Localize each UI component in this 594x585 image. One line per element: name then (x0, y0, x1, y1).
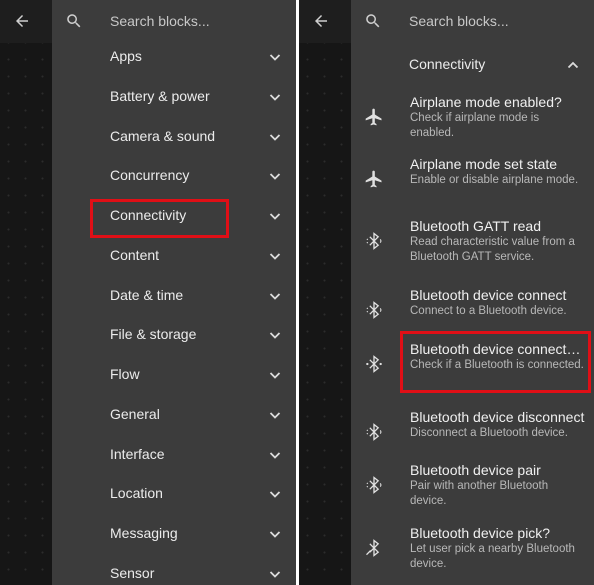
bluetooth-connected-icon (363, 353, 385, 375)
category-item[interactable]: Apps (52, 39, 296, 77)
category-label: General (110, 405, 160, 422)
category-label: Sensor (110, 564, 155, 581)
category-label: Messaging (110, 525, 178, 541)
category-label: Content (110, 246, 160, 263)
bluetooth-icon (363, 421, 385, 443)
block-description: Disconnect a Bluetooth device. (410, 427, 568, 439)
chevron-down-icon (269, 292, 281, 300)
category-item[interactable]: Sensor (52, 556, 296, 585)
chevron-down-icon (269, 491, 281, 499)
category-item[interactable]: Camera & sound (52, 119, 296, 157)
search-input[interactable]: Search blocks... (110, 13, 210, 29)
chevron-down-icon (269, 213, 281, 220)
bluetooth-icon (363, 230, 385, 252)
canvas-area[interactable] (0, 0, 52, 585)
category-label: Concurrency (110, 167, 190, 184)
category-label: Flow (110, 366, 140, 382)
block-description: Let user pick a nearby Bluetooth device. (410, 543, 575, 570)
search-bar[interactable]: Search blocks... (351, 0, 594, 43)
chevron-down-icon (269, 253, 281, 260)
chevron-down-icon (269, 372, 281, 379)
block-title: Bluetooth GATT read (410, 218, 541, 234)
blocks-drawer: Search blocks... Apps Battery & power Came… (52, 0, 296, 585)
category-label: Location (110, 485, 163, 502)
category-connectivity-expanded[interactable]: Connectivity (351, 47, 594, 85)
chevron-down-icon (269, 94, 281, 101)
category-label: Connectivity (409, 56, 486, 72)
category-label: Interface (110, 445, 165, 462)
category-item[interactable]: Interface (52, 437, 296, 475)
block-description: Pair with another Bluetooth device. (410, 480, 549, 507)
category-item[interactable]: Messaging (52, 516, 296, 554)
block-item[interactable]: Bluetooth device disconnect Disconnect a … (351, 409, 594, 467)
category-item[interactable]: General (52, 397, 296, 435)
category-item[interactable]: Battery & power (52, 79, 296, 117)
connectivity-highlight-box (90, 199, 229, 238)
block-title: Bluetooth device connect (410, 287, 567, 303)
search-input[interactable]: Search blocks... (409, 13, 509, 29)
back-arrow-icon[interactable] (12, 11, 32, 31)
block-item[interactable]: Airplane mode set state Enable or disable… (351, 156, 594, 214)
blocks-drawer: Search blocks... Connectivity Airplane m… (351, 0, 594, 585)
category-item[interactable]: File & storage (52, 317, 296, 355)
block-item[interactable]: Bluetooth GATT read Read characteristic v… (351, 218, 594, 276)
block-title: Bluetooth device disconnect (410, 409, 585, 425)
block-title: Airplane mode enabled? (410, 94, 562, 110)
bluetooth-icon (363, 474, 385, 496)
block-item[interactable]: Airplane mode enabled? Check if airplane … (351, 94, 594, 152)
chevron-down-icon (269, 531, 281, 538)
category-label: File & storage (110, 326, 197, 343)
category-item[interactable]: Concurrency (52, 158, 296, 196)
chevron-down-icon (269, 133, 281, 141)
chevron-down-icon (269, 451, 281, 459)
airplane-icon (363, 106, 385, 128)
chevron-down-icon (269, 332, 281, 340)
chevron-up-icon (567, 61, 579, 69)
category-item[interactable]: Content (52, 238, 296, 276)
bluetooth-icon (363, 299, 385, 321)
block-description: Connect to a Bluetooth device. (410, 305, 567, 317)
block-item[interactable]: Bluetooth device pick? Let user pick a ne… (351, 525, 594, 583)
block-item[interactable]: Bluetooth device pair Pair with another B… (351, 462, 594, 520)
block-description: Read characteristic value from a Bluetoo… (410, 236, 575, 263)
category-item[interactable]: Location (52, 476, 296, 514)
block-description: Enable or disable airplane mode. (410, 174, 579, 186)
category-item[interactable]: Date & time (52, 278, 296, 316)
block-title: Bluetooth device pick? (410, 525, 551, 541)
search-icon (67, 14, 81, 28)
category-label: Battery & power (110, 87, 210, 104)
chevron-down-icon (269, 54, 281, 61)
back-arrow-icon[interactable] (311, 11, 331, 31)
bluetooth-connected-highlight-box (400, 331, 591, 393)
search-bar[interactable]: Search blocks... (52, 0, 296, 43)
canvas-area[interactable] (299, 0, 351, 585)
search-icon (366, 14, 380, 28)
category-label: Date & time (110, 286, 184, 303)
block-title: Airplane mode set state (410, 156, 558, 172)
block-title: Bluetooth device pair (410, 462, 541, 478)
block-description: Check if airplane mode is enabled. (410, 112, 540, 139)
left-screen: Search blocks... Apps Battery & power Came… (0, 0, 296, 585)
category-item[interactable]: Flow (52, 357, 296, 395)
chevron-down-icon (269, 173, 281, 181)
bluetooth-pick-icon (363, 537, 385, 559)
chevron-down-icon (269, 571, 281, 578)
chevron-down-icon (269, 412, 281, 419)
airplane-icon (363, 168, 385, 190)
category-label: Apps (110, 48, 142, 64)
right-screen: Search blocks... Connectivity Airplane m… (299, 0, 594, 585)
category-label: Camera & sound (110, 127, 216, 144)
